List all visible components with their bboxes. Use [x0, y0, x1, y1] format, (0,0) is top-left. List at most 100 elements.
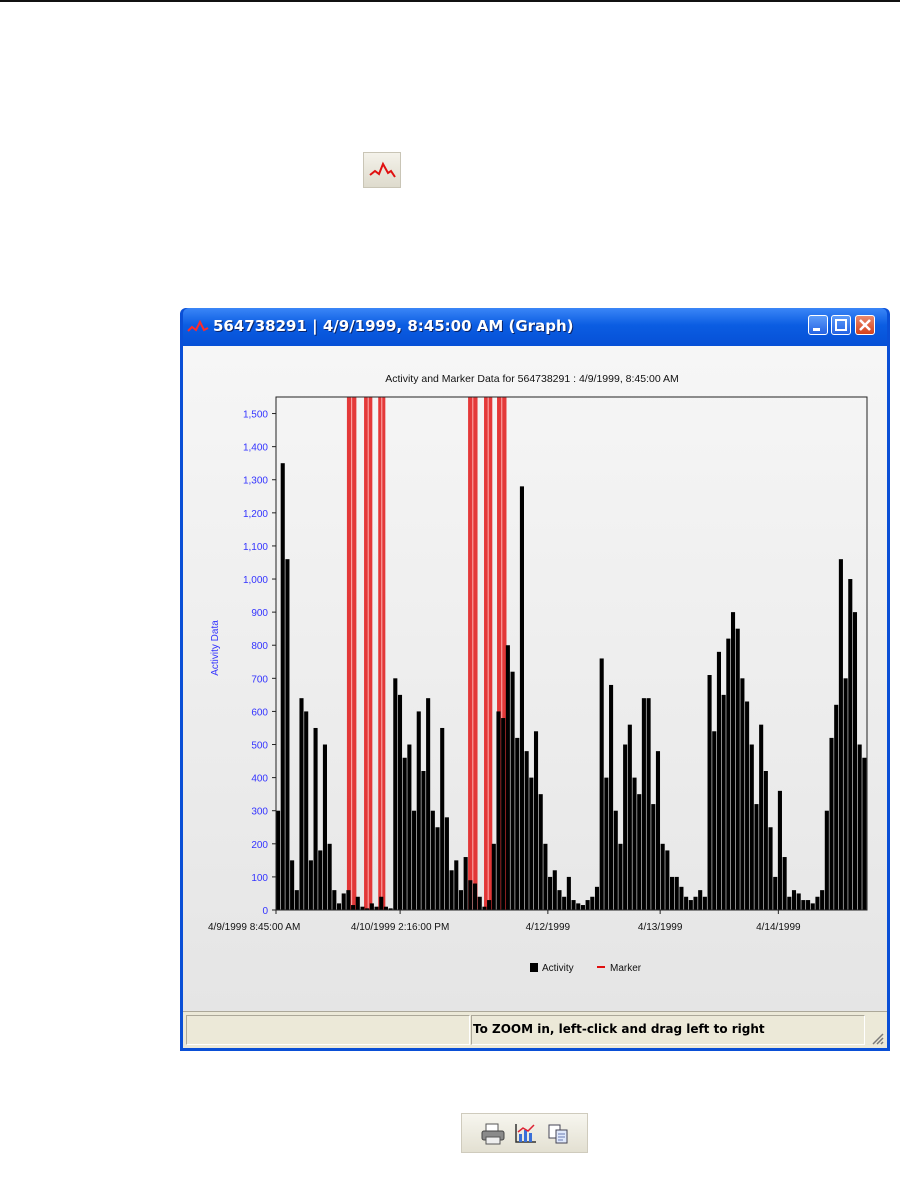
zoom-hint-text: To ZOOM in, left-click and drag left to … — [473, 1022, 765, 1036]
activity-bar — [749, 744, 754, 910]
activity-bar — [416, 711, 421, 910]
activity-bar — [290, 860, 295, 910]
activity-bar — [773, 876, 778, 910]
activity-bar — [468, 880, 473, 910]
window-title: 564738291 | 4/9/1999, 8:45:00 AM (Graph) — [213, 317, 574, 335]
activity-bar — [402, 757, 407, 910]
window-titlebar[interactable]: 564738291 | 4/9/1999, 8:45:00 AM (Graph) — [183, 308, 887, 346]
activity-bar — [379, 896, 384, 910]
y-tick-label: 1,100 — [243, 542, 268, 553]
activity-bar — [627, 724, 632, 910]
activity-bar — [712, 731, 717, 910]
activity-bar — [304, 711, 309, 910]
activity-bar — [759, 724, 764, 910]
activity-bar — [862, 757, 867, 910]
activity-bar — [473, 883, 478, 910]
activity-bar — [458, 890, 464, 910]
y-tick-label: 800 — [251, 641, 268, 652]
activity-bar — [740, 678, 745, 910]
activity-bar — [660, 843, 665, 910]
y-tick-label: 0 — [262, 906, 268, 917]
activity-bar — [820, 890, 825, 910]
activity-bar — [529, 777, 534, 910]
activity-bar — [693, 896, 698, 910]
activity-bar — [787, 896, 792, 910]
activity-bar — [646, 698, 651, 910]
y-tick-label: 1,400 — [243, 443, 268, 454]
activity-bar — [848, 579, 853, 910]
minimize-button[interactable] — [808, 315, 828, 335]
y-axis-label: Activity Data — [210, 620, 221, 676]
legend-activity-swatch — [530, 963, 538, 972]
status-bar: To ZOOM in, left-click and drag left to … — [183, 1011, 887, 1048]
activity-bar — [843, 678, 848, 910]
activity-bar — [435, 827, 440, 910]
x-tick-label: 4/9/1999 8:45:00 AM — [208, 922, 300, 933]
activity-bar — [346, 890, 351, 910]
x-tick-label: 4/10/1999 2:16:00 PM — [351, 922, 449, 933]
activity-bar — [294, 890, 299, 910]
activity-bar — [745, 701, 750, 910]
y-tick-label: 200 — [251, 840, 268, 851]
activity-bar — [449, 870, 454, 910]
activity-bar — [585, 900, 590, 910]
y-tick-label: 100 — [251, 873, 268, 884]
activity-bar — [796, 893, 801, 910]
close-icon — [859, 319, 871, 331]
activity-bar — [548, 876, 553, 910]
graph-window: 564738291 | 4/9/1999, 8:45:00 AM (Graph)… — [180, 308, 890, 1051]
legend-activity-label: Activity — [542, 963, 574, 974]
activity-bar — [637, 794, 642, 910]
activity-bar — [810, 903, 815, 910]
copy-button[interactable] — [546, 1122, 572, 1146]
window-client: Activity and Marker Data for 564738291 :… — [183, 346, 887, 1048]
activity-bar — [285, 559, 290, 910]
x-tick-label: 4/13/1999 — [638, 922, 683, 933]
print-button[interactable] — [480, 1122, 506, 1146]
activity-bar — [618, 843, 623, 910]
activity-bar — [369, 903, 374, 910]
activity-bar — [566, 876, 571, 910]
legend-marker-label: Marker — [610, 963, 642, 974]
activity-bar — [562, 896, 567, 910]
maximize-button[interactable] — [831, 315, 851, 335]
activity-bar — [735, 628, 740, 910]
y-tick-label: 300 — [251, 807, 268, 818]
activity-bar — [524, 751, 529, 910]
activity-bar — [430, 810, 435, 910]
y-tick-label: 900 — [251, 608, 268, 619]
graph-button[interactable] — [363, 152, 401, 188]
activity-bar — [543, 843, 548, 910]
activity-bar — [552, 870, 557, 910]
activity-bar — [829, 737, 834, 910]
activity-bar — [688, 900, 693, 910]
activity-bar — [397, 694, 403, 910]
chart-options-button[interactable] — [512, 1122, 538, 1146]
activity-bar — [355, 896, 360, 910]
activity-bar — [280, 463, 285, 910]
print-icon — [481, 1123, 505, 1145]
activity-bar — [791, 890, 797, 910]
activity-bar — [824, 810, 829, 910]
activity-bar — [393, 678, 398, 910]
activity-bar — [834, 704, 839, 910]
activity-bar — [777, 790, 782, 910]
activity-bar — [276, 810, 281, 910]
chart-title: Activity and Marker Data for 564738291 :… — [385, 373, 679, 385]
activity-bar — [336, 903, 342, 910]
y-tick-label: 700 — [251, 674, 268, 685]
activity-bar — [477, 896, 482, 910]
activity-chart[interactable]: Activity and Marker Data for 564738291 :… — [183, 346, 881, 1006]
resize-grip-icon[interactable] — [869, 1030, 885, 1046]
status-pane-left — [186, 1015, 470, 1045]
activity-bar — [702, 896, 707, 910]
activity-bar — [707, 675, 712, 910]
y-tick-label: 400 — [251, 774, 268, 785]
activity-bar — [440, 727, 445, 910]
activity-bar — [496, 711, 501, 910]
activity-bar — [641, 698, 646, 910]
activity-bar — [510, 671, 515, 910]
activity-bar — [838, 559, 843, 910]
activity-bar — [721, 694, 726, 910]
close-button[interactable] — [855, 315, 875, 335]
